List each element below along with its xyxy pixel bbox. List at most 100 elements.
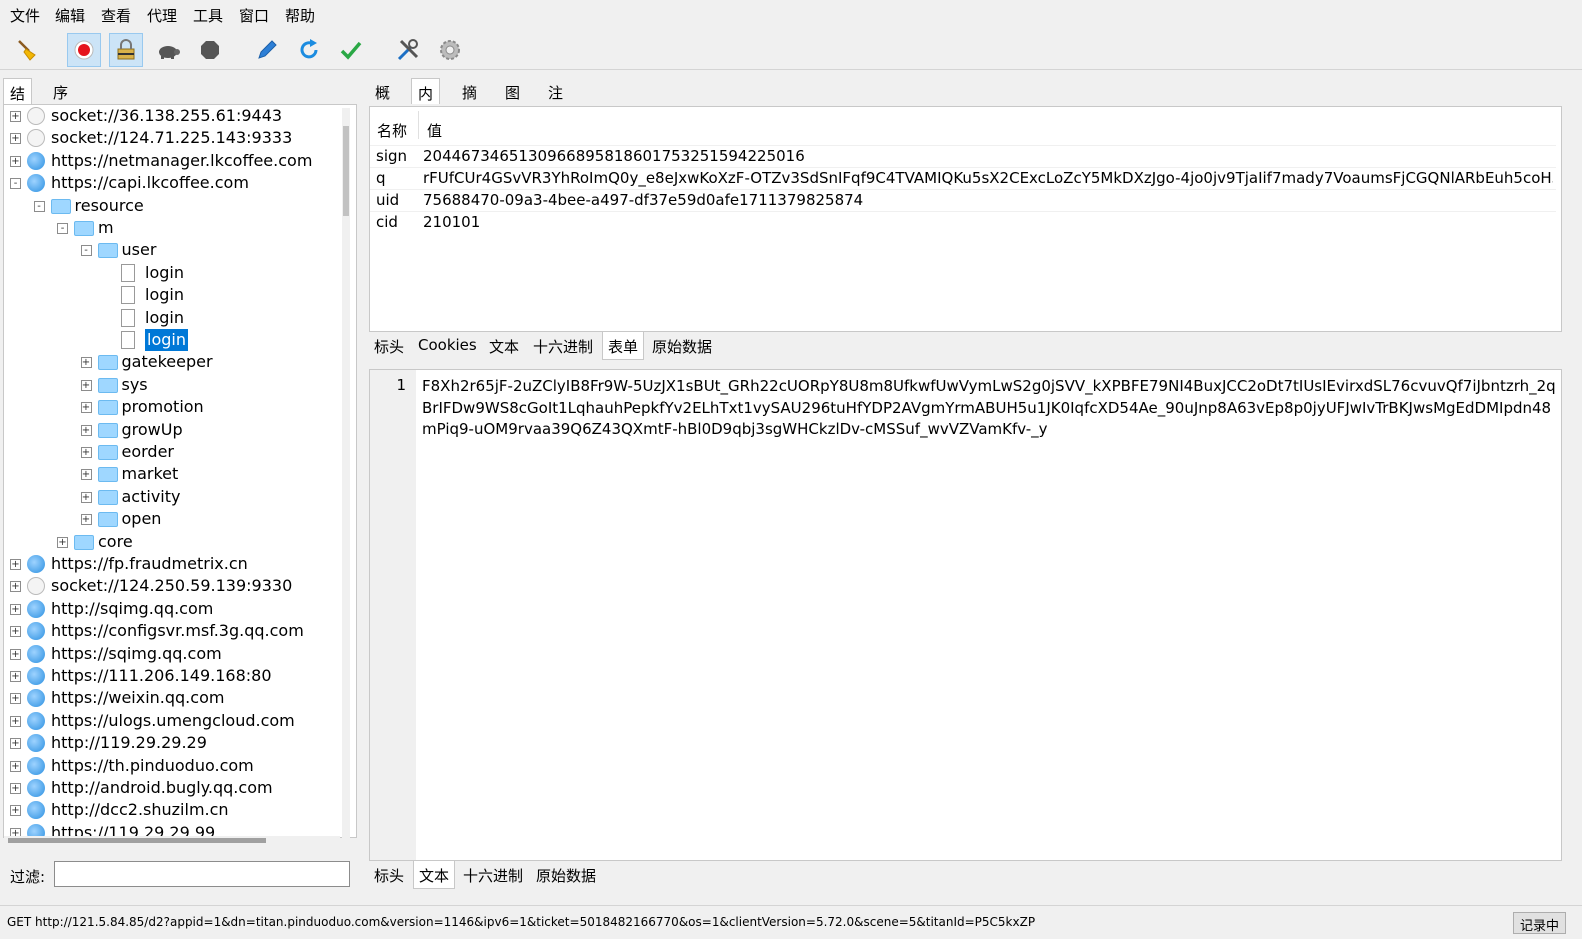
tree-node[interactable]: + https://netmanager.lkcoffee.com (4, 150, 344, 172)
tab-sequence[interactable]: 序列 (47, 78, 74, 123)
validate-check-icon[interactable] (334, 33, 368, 67)
throttle-turtle-icon[interactable] (151, 33, 185, 67)
expand-icon[interactable]: + (10, 715, 21, 727)
subtab-headers[interactable]: 标头 (369, 332, 409, 360)
response-text-view[interactable]: 1 F8Xh2r65jF-2uZClyIB8Fr9W-5UzJX1sBUt_GR… (369, 369, 1562, 861)
host-tree[interactable]: + socket://36.138.255.61:9443 + socket://12… (3, 104, 357, 838)
subtab-text[interactable]: 文本 (413, 861, 456, 889)
expand-icon[interactable]: + (10, 155, 21, 167)
tab-structure[interactable]: 结构 (3, 78, 33, 124)
tree-node[interactable]: login (4, 284, 344, 306)
column-header-name[interactable]: 名称 (377, 120, 407, 141)
tree-vertical-scrollbar[interactable] (342, 108, 350, 838)
table-row[interactable]: cid 210101 (370, 211, 1556, 233)
tree-node[interactable]: + growUp (4, 419, 344, 441)
subtab-text[interactable]: 文本 (484, 332, 524, 360)
expand-icon[interactable]: + (80, 491, 92, 503)
tree-node[interactable]: + https://fp.fraudmetrix.cn (4, 553, 344, 575)
subtab-hex[interactable]: 十六进制 (458, 861, 528, 889)
expand-icon[interactable]: + (10, 603, 21, 615)
expand-icon[interactable]: + (80, 402, 92, 414)
expand-icon[interactable]: + (10, 693, 21, 705)
expand-icon[interactable]: + (10, 133, 21, 145)
menu-edit[interactable]: 编辑 (55, 5, 85, 26)
expand-icon[interactable]: + (57, 536, 68, 548)
tree-node[interactable]: + https://weixin.qq.com (4, 687, 344, 709)
column-header-value[interactable]: 值 (427, 120, 442, 141)
menu-help[interactable]: 帮助 (285, 5, 315, 26)
tree-node[interactable]: + http://android.bugly.qq.com (4, 777, 344, 799)
tree-node[interactable]: - resource (4, 195, 344, 217)
tree-node[interactable]: + socket://36.138.255.61:9443 (4, 105, 344, 127)
tree-node[interactable]: + gatekeeper (4, 351, 344, 373)
menu-file[interactable]: 文件 (10, 5, 40, 26)
expand-icon[interactable]: + (10, 738, 21, 750)
tree-node[interactable]: login (4, 329, 344, 351)
repeat-icon[interactable] (292, 33, 326, 67)
tree-node[interactable]: - https://capi.lkcoffee.com (4, 172, 344, 194)
tree-node[interactable]: + http://sqimg.qq.com (4, 598, 344, 620)
tree-node[interactable]: + https://configsvr.msf.3g.qq.com (4, 620, 344, 642)
table-row[interactable]: uid 75688470-09a3-4bee-a497-df37e59d0afe… (370, 189, 1556, 211)
recording-button[interactable]: 记录中 (1512, 912, 1566, 934)
tree-node[interactable]: login (4, 262, 344, 284)
collapse-icon[interactable]: - (33, 200, 45, 212)
tree-node[interactable]: + http://119.29.29.29 (4, 732, 344, 754)
tree-horizontal-scrollbar[interactable] (4, 836, 340, 844)
expand-icon[interactable]: + (80, 379, 92, 391)
tree-node[interactable]: + activity (4, 486, 344, 508)
tab-chart[interactable]: 图表 (499, 78, 526, 123)
tree-node[interactable]: + https://sqimg.qq.com (4, 643, 344, 665)
expand-icon[interactable]: + (10, 671, 21, 682)
ssl-lock-icon[interactable] (109, 33, 143, 67)
table-row[interactable]: q rFUfCUr4GSvVR3YhRoImQ0y_e8eJxwKoXzF-OT… (370, 167, 1556, 189)
expand-icon[interactable]: + (10, 111, 21, 122)
tree-node[interactable]: + https://111.206.149.168:80 (4, 665, 344, 687)
expand-icon[interactable]: + (10, 581, 21, 593)
tree-node[interactable]: + http://dcc2.shuzilm.cn (4, 799, 344, 821)
menu-view[interactable]: 查看 (101, 5, 131, 26)
settings-gear-icon[interactable] (433, 33, 467, 67)
tree-node[interactable]: + socket://124.71.225.143:9333 (4, 127, 344, 149)
tree-node[interactable]: + https://th.pinduoduo.com (4, 755, 344, 777)
tab-contents[interactable]: 内容 (411, 78, 441, 124)
scroll-thumb[interactable] (8, 838, 266, 843)
expand-icon[interactable]: + (10, 559, 21, 570)
tree-node[interactable]: login (4, 307, 344, 329)
broom-icon[interactable] (10, 33, 44, 67)
collapse-icon[interactable]: - (10, 178, 21, 190)
menu-proxy[interactable]: 代理 (147, 5, 177, 26)
subtab-cookies[interactable]: Cookies (413, 332, 482, 360)
expand-icon[interactable]: + (10, 626, 21, 638)
scroll-thumb[interactable] (343, 126, 349, 216)
collapse-icon[interactable]: - (57, 223, 68, 234)
expand-icon[interactable]: + (80, 357, 92, 369)
expand-icon[interactable]: + (80, 447, 92, 458)
table-row[interactable]: sign 20446734651309668958186017532515942… (370, 145, 1556, 167)
tree-node[interactable]: - user (4, 239, 344, 261)
tree-node[interactable]: + https://ulogs.umengcloud.com (4, 710, 344, 732)
expand-icon[interactable]: + (80, 424, 92, 436)
expand-icon[interactable]: + (10, 760, 21, 772)
subtab-form[interactable]: 表单 (602, 332, 645, 360)
response-body-text[interactable]: F8Xh2r65jF-2uZClyIB8Fr9W-5UzJX1sBUt_GRh2… (422, 376, 1562, 441)
tab-summary[interactable]: 摘要 (456, 78, 483, 123)
stop-icon[interactable] (193, 33, 227, 67)
tab-overview[interactable]: 概述 (369, 78, 396, 123)
subtab-hex[interactable]: 十六进制 (528, 332, 598, 360)
subtab-headers[interactable]: 标头 (369, 861, 409, 889)
subtab-raw[interactable]: 原始数据 (647, 332, 717, 360)
tree-node[interactable]: -m (4, 217, 344, 239)
tree-node[interactable]: + sys (4, 374, 344, 396)
filter-input[interactable] (54, 861, 350, 887)
tree-node[interactable]: + eorder (4, 441, 344, 463)
expand-icon[interactable]: + (10, 805, 21, 817)
edit-pen-icon[interactable] (250, 33, 284, 67)
tree-node[interactable]: + promotion (4, 396, 344, 418)
tree-node[interactable]: + core (4, 531, 344, 553)
expand-icon[interactable]: + (10, 783, 21, 794)
tab-notes[interactable]: 注释 (542, 78, 569, 123)
expand-icon[interactable]: + (10, 648, 21, 660)
menu-window[interactable]: 窗口 (239, 5, 269, 26)
menu-tools[interactable]: 工具 (193, 5, 223, 26)
